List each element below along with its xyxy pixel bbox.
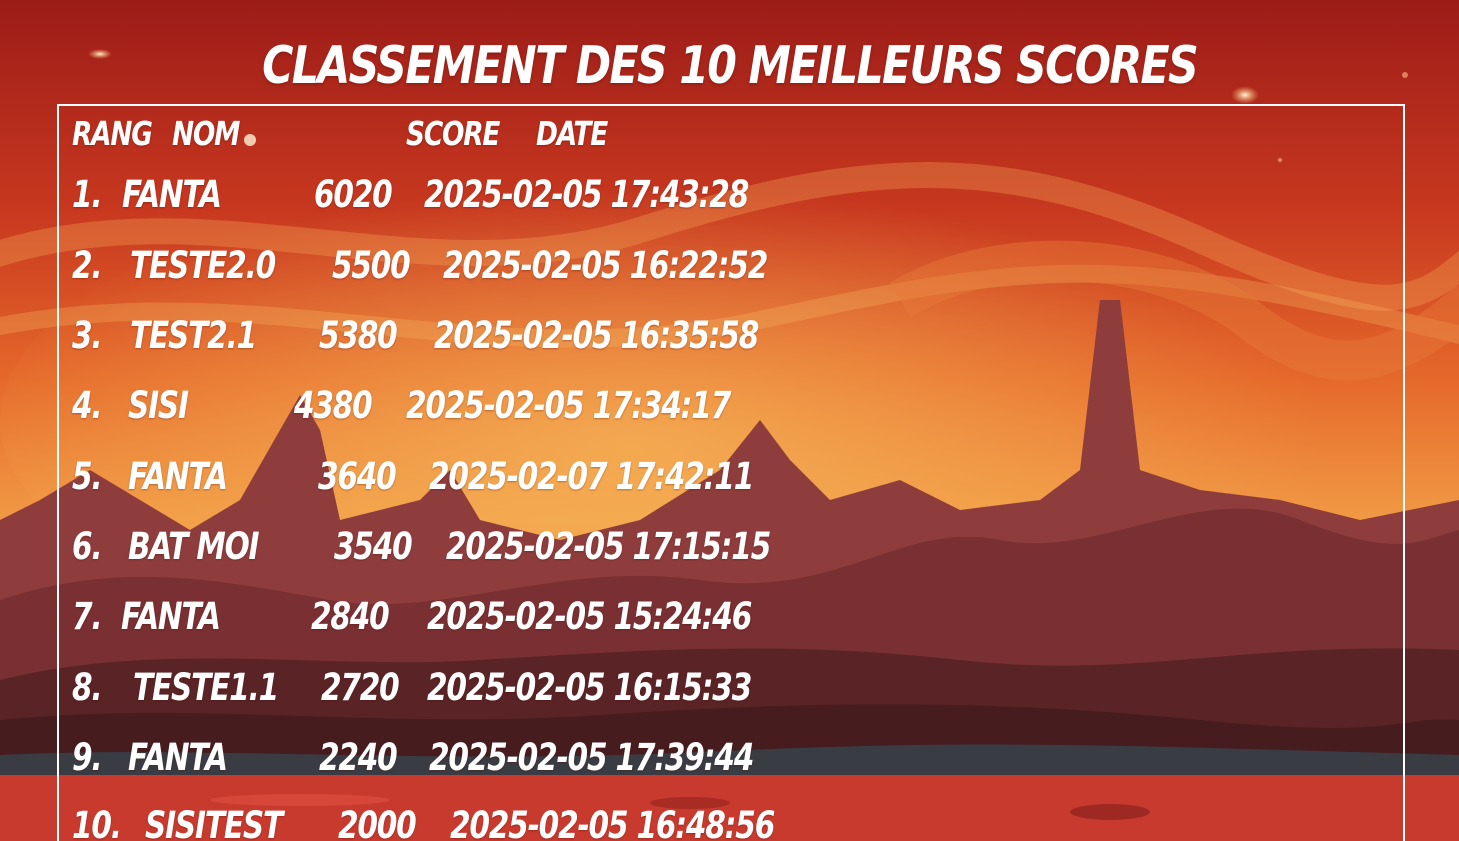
row-rank: 10.: [72, 804, 122, 841]
row-score: 2000: [338, 804, 417, 841]
header-date: DATE: [536, 114, 608, 153]
row-date: 2025-02-05 16:35:58: [434, 314, 759, 357]
row-name: TESTE2.0: [130, 244, 276, 287]
row-score: 6020: [314, 173, 393, 216]
row-score: 5500: [332, 244, 411, 287]
row-rank: 1.: [72, 173, 103, 216]
row-name: SISI: [128, 384, 189, 427]
row-date: 2025-02-05 16:48:56: [450, 804, 775, 841]
header-name: NOM: [172, 114, 240, 153]
row-rank: 5.: [72, 455, 103, 498]
row-rank: 7.: [72, 595, 103, 638]
row-name: FANTA: [122, 173, 222, 216]
row-score: 2240: [319, 736, 398, 779]
row-name: TEST2.1: [130, 314, 257, 357]
row-name: FANTA: [121, 595, 221, 638]
row-rank: 3.: [72, 314, 103, 357]
row-rank: 6.: [72, 525, 103, 568]
row-name: BAT MOI: [128, 525, 260, 568]
header-rank: RANG: [72, 114, 153, 153]
row-score: 5380: [319, 314, 398, 357]
row-date: 2025-02-07 17:42:11: [429, 455, 754, 498]
row-date: 2025-02-05 16:22:52: [443, 244, 768, 287]
row-date: 2025-02-05 17:39:44: [429, 736, 754, 779]
row-name: FANTA: [128, 736, 228, 779]
row-rank: 2.: [72, 244, 103, 287]
header-score: SCORE: [406, 114, 500, 153]
row-score: 3640: [318, 455, 397, 498]
page-title: CLASSEMENT DES 10 MEILLEURS SCORES: [262, 36, 1199, 96]
row-score: 3540: [334, 525, 413, 568]
row-name: SISITEST: [145, 804, 283, 841]
row-rank: 4.: [72, 384, 103, 427]
row-score: 4380: [294, 384, 373, 427]
row-score: 2840: [311, 595, 390, 638]
row-rank: 9.: [72, 736, 103, 779]
row-rank: 8.: [72, 666, 103, 709]
row-score: 2720: [321, 666, 400, 709]
row-date: 2025-02-05 17:43:28: [424, 173, 749, 216]
row-date: 2025-02-05 17:34:17: [406, 384, 731, 427]
row-date: 2025-02-05 16:15:33: [427, 666, 752, 709]
row-name: TESTE1.1: [133, 666, 279, 709]
row-date: 2025-02-05 17:15:15: [446, 525, 771, 568]
row-name: FANTA: [128, 455, 228, 498]
row-date: 2025-02-05 15:24:46: [427, 595, 752, 638]
